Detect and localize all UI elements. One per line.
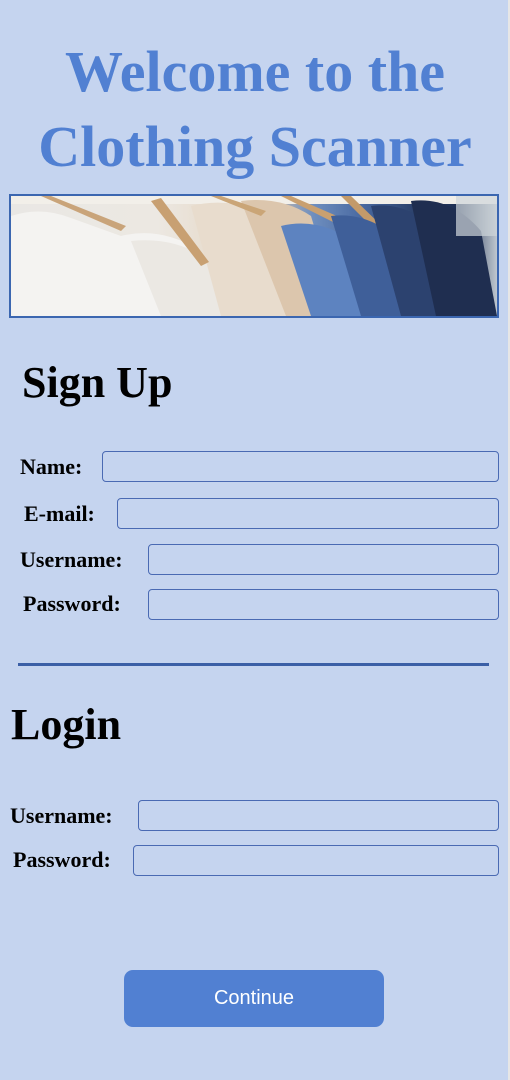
continue-button[interactable]: Continue [124, 970, 384, 1027]
page-title: Welcome to the Clothing Scanner [0, 34, 510, 184]
signup-email-label: E-mail: [24, 501, 95, 526]
signup-heading: Sign Up [22, 358, 173, 407]
clothes-hangers-illustration [11, 196, 497, 316]
login-password-input[interactable] [133, 845, 499, 876]
background-light [456, 196, 497, 236]
login-password-label: Password: [13, 847, 111, 872]
signup-password-label: Password: [23, 591, 121, 616]
signup-password-input[interactable] [148, 589, 499, 620]
title-line-1: Welcome to the [64, 39, 446, 104]
signup-username-input[interactable] [148, 544, 499, 575]
login-heading: Login [11, 700, 122, 749]
signup-username-label: Username: [20, 547, 123, 572]
login-username-label: Username: [10, 803, 113, 828]
login-username-input[interactable] [138, 800, 499, 831]
signup-name-label: Name: [20, 454, 83, 479]
signup-name-input[interactable] [102, 451, 499, 482]
signup-email-input[interactable] [117, 498, 499, 529]
title-line-2: Clothing Scanner [38, 114, 472, 179]
section-divider [18, 663, 489, 666]
banner-image [9, 194, 499, 318]
